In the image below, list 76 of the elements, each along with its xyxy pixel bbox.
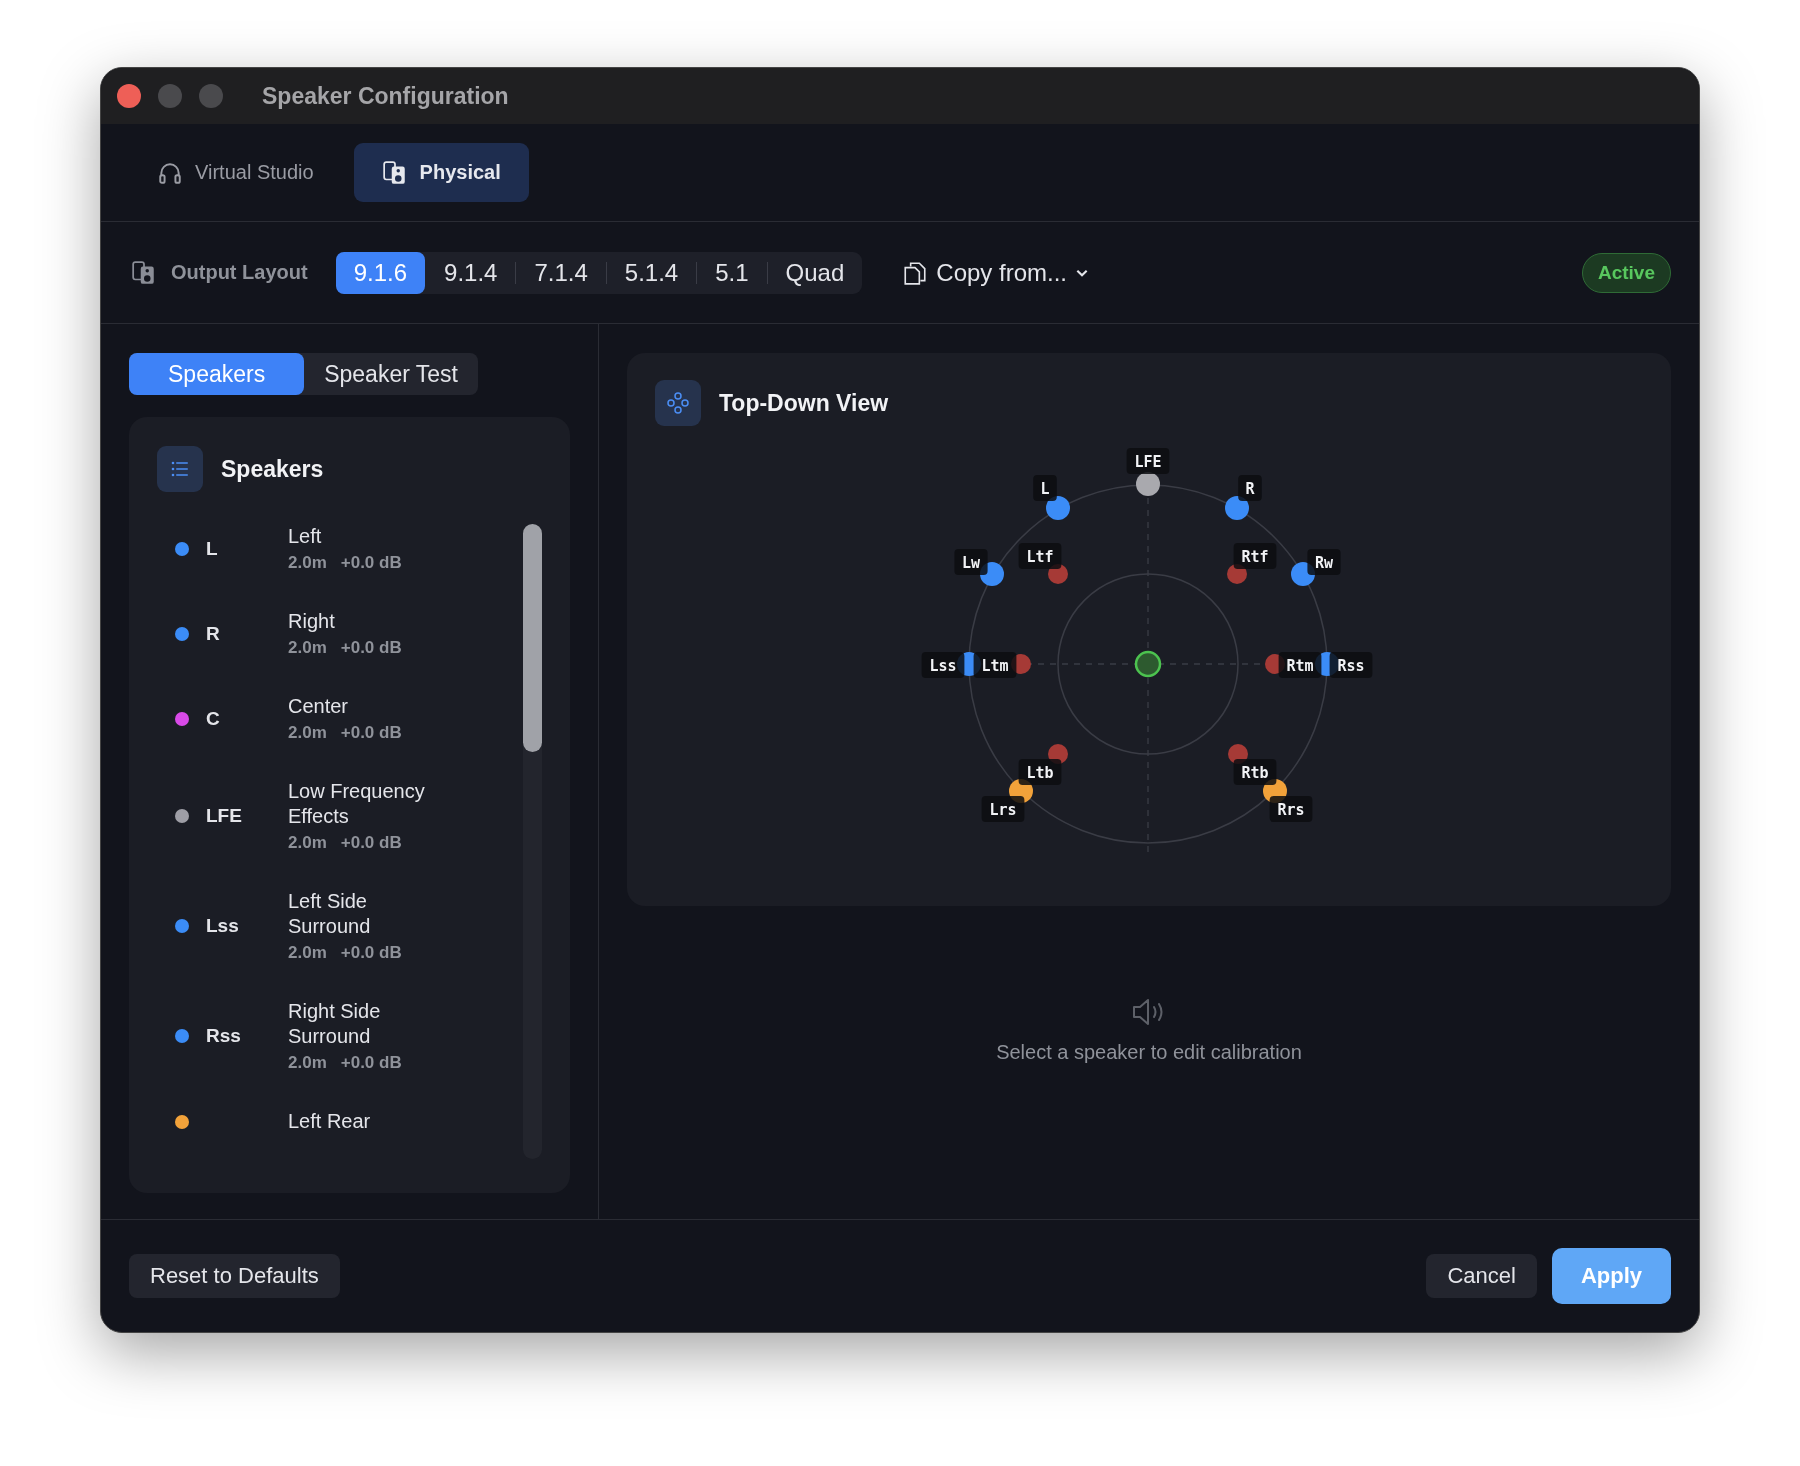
speaker-label: Rrs xyxy=(1269,796,1313,822)
cancel-button[interactable]: Cancel xyxy=(1426,1254,1537,1298)
speaker-label: Lrs xyxy=(981,796,1025,822)
speaker-label: Lw xyxy=(954,549,988,575)
speaker-distance: 2.0m xyxy=(288,638,327,658)
speaker-gain: +0.0 dB xyxy=(340,1053,402,1073)
calibration-hint: Select a speaker to edit calibration xyxy=(996,1041,1302,1064)
speaker-distance: 2.0m xyxy=(288,943,327,963)
speaker-code: R xyxy=(206,622,220,644)
speaker-distance: 2.0m xyxy=(288,1053,327,1073)
layout-option[interactable]: 7.1.4 xyxy=(516,251,606,294)
mode-tab[interactable]: Virtual Studio xyxy=(129,143,342,202)
layout-option[interactable]: Quad xyxy=(767,251,863,294)
layout-option[interactable]: 9.1.6 xyxy=(335,251,426,294)
speaker-name: Right xyxy=(288,609,336,634)
speaker-label: Rss xyxy=(1329,652,1373,678)
layout-option[interactable]: 5.1.4 xyxy=(606,251,697,294)
speaker-code: C xyxy=(206,707,220,729)
speaker-label: LFE xyxy=(1126,448,1170,474)
speaker-list-item[interactable]: R Right 2.0m +0.0 dB xyxy=(175,609,523,658)
layout-option[interactable]: 9.1.4 xyxy=(426,251,516,294)
speakers-icon xyxy=(131,259,157,286)
speaker-list-item[interactable]: Lss Left Side Surround 2.0m +0.0 dB xyxy=(175,889,523,963)
list-icon xyxy=(157,446,203,492)
speakers-icon xyxy=(381,159,408,186)
speaker-code: LFE xyxy=(206,805,242,826)
speaker-label: Lss xyxy=(921,652,965,678)
speaker-dot[interactable] xyxy=(1225,496,1249,520)
speaker-dot[interactable] xyxy=(1046,496,1070,520)
speaker-name: Left Rear xyxy=(288,1109,372,1134)
speaker-code: Lss xyxy=(206,915,239,936)
speaker-list-item[interactable]: Rss Right Side Surround 2.0m +0.0 dB xyxy=(175,999,523,1073)
card-title: Top-Down View xyxy=(719,389,889,417)
speaker-label: L xyxy=(1033,475,1057,501)
speaker-distance: 2.0m xyxy=(288,723,327,743)
speaker-gain: +0.0 dB xyxy=(340,638,402,658)
speaker-dot[interactable] xyxy=(1136,472,1160,496)
speaker-code: Rss xyxy=(206,1025,241,1046)
speaker-name: Center xyxy=(288,694,350,719)
speaker-gain: +0.0 dB xyxy=(340,943,402,963)
window-title: Speaker Configuration xyxy=(262,82,509,110)
speaker-label: R xyxy=(1238,475,1262,501)
speaker-distance: 2.0m xyxy=(288,553,327,573)
speaker-list-item[interactable]: LFE Low Frequency Effects 2.0m +0.0 dB xyxy=(175,779,523,853)
scrollbar[interactable] xyxy=(523,524,542,1159)
speaker-gain: +0.0 dB xyxy=(340,723,402,743)
speaker-list-item[interactable]: C Center 2.0m +0.0 dB xyxy=(175,694,523,743)
mode-tab[interactable]: Physical xyxy=(353,143,529,202)
speaker-list-item[interactable]: L Left 2.0m +0.0 dB xyxy=(175,524,523,573)
speaker-name: Right Side Surround xyxy=(288,999,382,1049)
speaker-label: Rtf xyxy=(1233,543,1277,569)
speaker-label: Ltm xyxy=(973,652,1017,678)
speaker-list-item[interactable]: Left Rear xyxy=(175,1109,523,1134)
speaker-label: Rtb xyxy=(1233,759,1277,785)
speaker-gain: +0.0 dB xyxy=(340,833,402,853)
panel-tab[interactable]: Speakers xyxy=(129,353,305,395)
speaker-label: Rw xyxy=(1307,549,1341,575)
speaker-layout-icon xyxy=(655,380,701,426)
output-layout-label: Output Layout xyxy=(171,261,308,284)
speaker-label: Ltf xyxy=(1018,543,1062,569)
status-badge: Active xyxy=(1581,252,1671,293)
card-title: Speakers xyxy=(221,455,324,483)
speaker-gain: +0.0 dB xyxy=(340,553,402,573)
copy-from-dropdown[interactable]: Copy from... xyxy=(896,257,1095,288)
listener-icon xyxy=(1134,650,1162,678)
reset-button[interactable]: Reset to Defaults xyxy=(129,1254,340,1298)
speaker-label: Rtm xyxy=(1278,652,1322,678)
speaker-name: Left Side Surround xyxy=(288,889,372,939)
layout-option[interactable]: 5.1 xyxy=(697,251,767,294)
speaker-code: L xyxy=(206,537,218,559)
close-button[interactable] xyxy=(117,84,141,108)
panel-tab[interactable]: Speaker Test xyxy=(304,353,478,395)
speaker-name: Low Frequency Effects xyxy=(288,779,426,829)
speaker-label: Ltb xyxy=(1018,759,1062,785)
speaker-name: Left xyxy=(288,524,323,549)
speaker-distance: 2.0m xyxy=(288,833,327,853)
